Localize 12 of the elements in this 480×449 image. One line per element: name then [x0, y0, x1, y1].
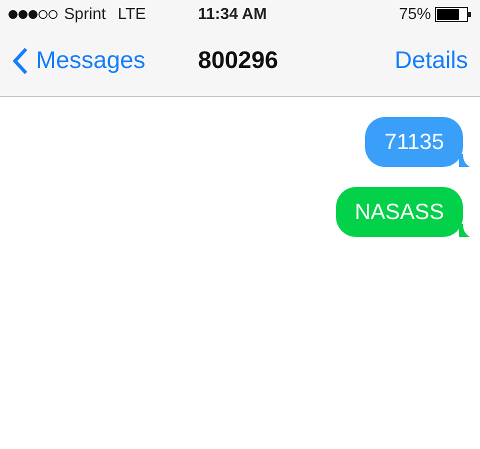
conversation-title: 800296: [198, 46, 278, 76]
network-type: LTE: [118, 4, 146, 24]
battery-icon: [435, 7, 472, 22]
signal-icon: [8, 9, 60, 20]
bubble-tail: [459, 154, 470, 167]
clock-time: 11:34 AM: [198, 4, 267, 24]
back-chevron-icon: [12, 47, 28, 75]
bubble-tail: [459, 224, 470, 237]
carrier-name: Sprint: [64, 4, 106, 24]
details-button[interactable]: Details: [394, 43, 468, 79]
back-button[interactable]: Messages: [12, 43, 182, 79]
battery-percent: 75%: [398, 4, 431, 24]
